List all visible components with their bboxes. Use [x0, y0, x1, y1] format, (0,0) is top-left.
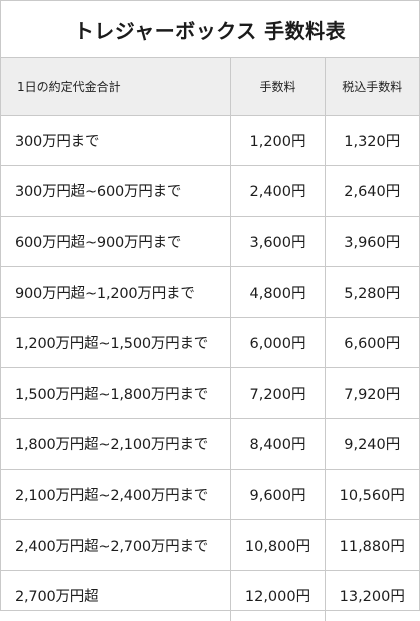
- fee-cell: 4,800円: [230, 266, 326, 318]
- fee-tax-cell: 3,960円: [325, 216, 419, 268]
- table-body: 300万円まで 1,200円 1,320円 300万円超~600万円まで 2,4…: [1, 115, 419, 621]
- table-header: 1日の約定代金合計 手数料 税込手数料: [1, 58, 419, 116]
- fee-tax-cell: 10,560円: [325, 469, 419, 521]
- table-row: 300万円超~600万円まで 2,400円 2,640円: [1, 165, 419, 217]
- header-row: 1日の約定代金合計 手数料 税込手数料: [1, 58, 419, 116]
- header-daily-total: 1日の約定代金合計: [1, 58, 231, 116]
- table-row: 2,100万円超~2,400万円まで 9,600円 10,560円: [1, 469, 419, 521]
- range-cell: 2,400万円超~2,700万円まで: [1, 519, 231, 571]
- fee-cell: 7,200円: [230, 367, 326, 420]
- fee-tax-cell: 6,600円: [325, 317, 419, 369]
- fee-cell: 6,000円: [230, 317, 326, 369]
- fee-cell: 2,400円: [230, 165, 326, 217]
- range-cell: 600万円超~900万円まで: [1, 216, 231, 268]
- fee-cell: 1,200円: [230, 115, 326, 167]
- range-cell: 1,500万円超~1,800万円まで: [1, 367, 231, 420]
- range-cell: 300万円超~600万円まで: [1, 165, 231, 217]
- header-fee: 手数料: [230, 58, 326, 116]
- table-row: 2,400万円超~2,700万円まで 10,800円 11,880円: [1, 519, 419, 571]
- fee-tax-cell: 1,320円: [325, 115, 419, 167]
- table-row: 1,500万円超~1,800万円まで 7,200円 7,920円: [1, 367, 419, 420]
- table-row: 2,700万円超 12,000円 13,200円: [1, 570, 419, 621]
- fee-cell: 10,800円: [230, 519, 326, 571]
- fee-table-card: トレジャーボックス 手数料表 1日の約定代金合計 手数料 税込手数料 300万円…: [0, 0, 420, 621]
- range-cell: 900万円超~1,200万円まで: [1, 266, 231, 318]
- table-row: 1,200万円超~1,500万円まで 6,000円 6,600円: [1, 317, 419, 369]
- table-row: 300万円まで 1,200円 1,320円: [1, 115, 419, 167]
- range-cell: 1,800万円超~2,100万円まで: [1, 418, 231, 470]
- page-title: トレジャーボックス 手数料表: [1, 1, 419, 58]
- range-cell: 300万円まで: [1, 115, 231, 167]
- fee-table: 1日の約定代金合計 手数料 税込手数料 300万円まで 1,200円 1,320…: [1, 58, 419, 621]
- fee-tax-cell: 11,880円: [325, 519, 419, 571]
- fee-tax-cell: 13,200円: [339, 589, 405, 606]
- table-row: 600万円超~900万円まで 3,600円 3,960円: [1, 216, 419, 268]
- fee-cell: 9,600円: [230, 469, 326, 521]
- range-cell: 2,100万円超~2,400万円まで: [1, 469, 231, 521]
- range-cell: 1,200万円超~1,500万円まで: [1, 317, 231, 369]
- fee-cell: 12,000円: [230, 570, 326, 621]
- table-row: 900万円超~1,200万円まで 4,800円 5,280円: [1, 266, 419, 318]
- fee-tax-cell: 5,280円: [325, 266, 419, 318]
- fee-cell: 8,400円: [230, 418, 326, 470]
- fee-cell: 3,600円: [230, 216, 326, 268]
- table-row: 1,800万円超~2,100万円まで 8,400円 9,240円: [1, 418, 419, 470]
- range-cell: 2,700万円超: [1, 570, 231, 621]
- fee-tax-cell: 9,240円: [325, 418, 419, 470]
- header-fee-tax: 税込手数料: [325, 58, 419, 116]
- fee-tax-cell: 2,640円: [325, 165, 419, 217]
- fee-tax-cell: 7,920円: [325, 367, 419, 420]
